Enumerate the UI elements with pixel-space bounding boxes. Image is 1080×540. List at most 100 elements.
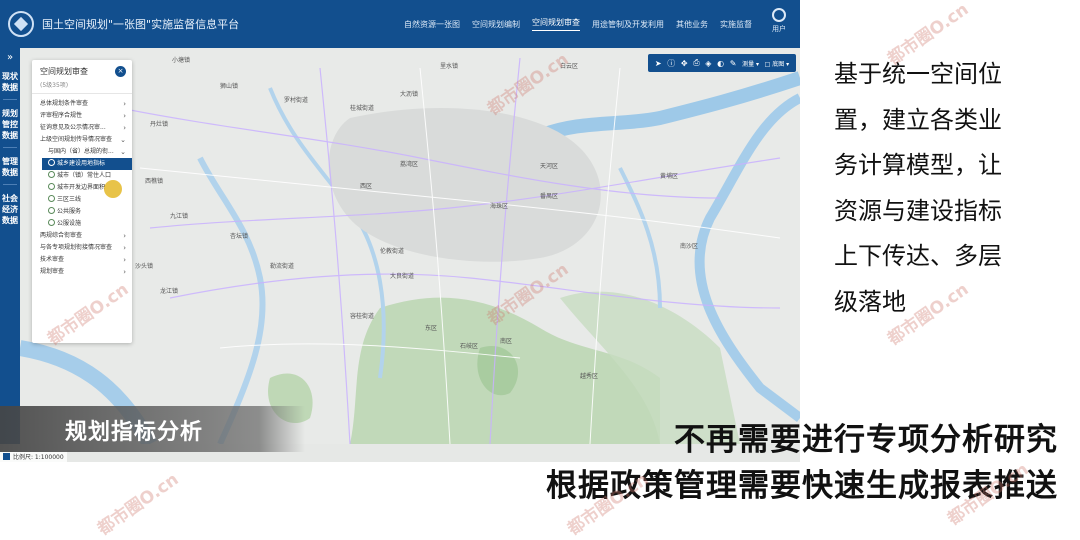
panel-subtitle: (5级35项) (40, 82, 69, 89)
app-title: 国土空间规划"一张图"实施监督信息平台 (42, 18, 240, 31)
map-label: 南区 (500, 337, 512, 345)
map-label: 大沥镇 (400, 90, 418, 98)
ruler-icon[interactable]: ◐ (717, 59, 724, 68)
pointer-icon[interactable]: ➤ (655, 59, 662, 68)
description-line: 基于统一空间位 (834, 60, 1002, 88)
rail-item-current-data[interactable]: 现状数据 (0, 71, 20, 93)
nav-item-other-business[interactable]: 其他业务 (676, 19, 708, 30)
menu-item[interactable]: 技术审查 › (32, 254, 132, 266)
menu-item[interactable]: 两规综合衔审查 › (32, 230, 132, 242)
menu-leaf[interactable]: 公共服务 (32, 206, 132, 218)
description: 基于统一空间位 置，建立各类业 务计算模型，让 资源与建设指标 上下传达、多层 … (834, 52, 1044, 325)
info-icon[interactable]: ⓘ (667, 58, 675, 69)
map-label: 沙头镇 (135, 262, 153, 270)
menu-item[interactable]: 征询意见及公示情况审... › (32, 122, 132, 134)
print-icon[interactable]: ⎙ (693, 58, 699, 68)
map-toolbar: ➤ ⓘ ✥ ⎙ ◈ ◐ ✎ 测量 ▾ □ 底图 ▾ (648, 54, 796, 72)
watermark: 都市圈O.cn (94, 469, 183, 540)
chevron-right-icon: › (123, 244, 126, 252)
map-label: 勒流街道 (270, 262, 294, 270)
scale-label: 比例尺: 1:100000 (13, 453, 64, 461)
pan-icon[interactable]: ✥ (681, 59, 688, 68)
map-canvas[interactable]: 小塘镇 丹灶镇 狮山镇 罗村街道 桂城街道 大沥镇 里水镇 西樵镇 九江镇 沙头… (20, 48, 800, 444)
map-label: 黄埔区 (660, 172, 678, 180)
map-label: 狮山镇 (220, 82, 238, 90)
chevron-right-icon: › (123, 232, 126, 240)
nav-item-resource-map[interactable]: 自然资源一张图 (404, 19, 460, 30)
chevron-right-icon: › (123, 100, 126, 108)
map-label: 九江镇 (170, 212, 188, 220)
map-label: 西区 (360, 183, 372, 190)
panel-title: 空间规划审查 (40, 67, 88, 76)
caption-text: 规划指标分析 (65, 420, 204, 445)
check-circle-icon (48, 171, 55, 178)
close-icon[interactable]: × (115, 66, 126, 77)
map-label: 荔湾区 (400, 160, 418, 168)
nav-item-plan-compilation[interactable]: 空间规划编制 (472, 19, 520, 30)
map-label: 天河区 (540, 162, 558, 170)
description-line: 务计算模型，让 (834, 151, 1002, 179)
rail-divider (3, 99, 17, 100)
user-icon (772, 8, 786, 22)
description-line: 置，建立各类业 (834, 105, 1002, 134)
rail-divider (3, 184, 17, 185)
check-circle-icon (48, 195, 55, 202)
rail-item-management-data[interactable]: 管理数据 (0, 156, 20, 178)
basemap-dropdown[interactable]: □ 底图 ▾ (765, 59, 790, 68)
map-label: 罗村街道 (284, 96, 308, 104)
check-circle-icon (48, 159, 55, 166)
map-label: 桂城街道 (350, 104, 374, 112)
map-label: 伦教街道 (380, 247, 404, 255)
app-header: 国土空间规划"一张图"实施监督信息平台 自然资源一张图 空间规划编制 空间规划审… (0, 0, 800, 48)
chevron-down-icon: ⌄ (120, 148, 126, 156)
user-label: 用户 (772, 25, 786, 33)
map-label: 容桂街道 (350, 312, 374, 320)
check-circle-icon (48, 183, 55, 190)
chevron-right-icon: › (123, 124, 126, 132)
menu-item[interactable]: 与各专项规划衔接情况审查 › (32, 242, 132, 254)
map-label: 里水镇 (440, 62, 458, 70)
nav-item-plan-review[interactable]: 空间规划审查 (532, 17, 580, 31)
map-label: 海珠区 (490, 202, 508, 210)
logo-icon (8, 11, 34, 37)
rail-item-planning-data[interactable]: 规划管控数据 (0, 108, 20, 141)
map-label: 丹灶镇 (150, 120, 168, 128)
menu-item[interactable]: 上级空间规划传导情况审查 ⌄ (32, 134, 132, 146)
chevron-right-icon: › (123, 112, 126, 120)
menu-item[interactable]: 评审程序合规性 › (32, 110, 132, 122)
headline-line-1: 不再需要进行专项分析研究 (674, 422, 1058, 458)
scale-icon (3, 452, 10, 460)
description-line: 资源与建设指标 (834, 196, 1002, 225)
cursor-highlight (104, 180, 122, 198)
menu-subitem[interactable]: 与国内（省）总规的衔... ⌄ (32, 146, 132, 158)
panel-header: 空间规划审查 (5级35项) × (32, 60, 132, 94)
map-label: 越秀区 (580, 372, 598, 380)
draw-icon[interactable]: ✎ (730, 59, 737, 68)
map-label: 大良街道 (390, 272, 414, 280)
nav-item-use-control[interactable]: 用途管制及开发利用 (592, 19, 664, 30)
measure-dropdown[interactable]: 测量 ▾ (742, 59, 759, 68)
rail-item-socioeconomic-data[interactable]: 社会经济数据 (0, 193, 20, 226)
chevron-right-icon: › (123, 256, 126, 264)
map-label: 番禺区 (540, 193, 558, 200)
expand-icon[interactable]: » (0, 52, 20, 63)
nav-item-implementation-supervision[interactable]: 实施监督 (720, 19, 752, 30)
map-label: 杏坛镇 (230, 232, 248, 240)
check-circle-icon (48, 207, 55, 214)
menu-item[interactable]: 总体规划条件审查 › (32, 98, 132, 110)
top-nav: 自然资源一张图 空间规划编制 空间规划审查 用途管制及开发利用 其他业务 实施监… (404, 0, 752, 48)
user-menu[interactable]: 用户 (764, 6, 794, 34)
map-label: 石岐区 (460, 342, 478, 350)
map-label: 小塘镇 (172, 56, 190, 64)
map-label: 东区 (425, 324, 437, 332)
menu-leaf-selected[interactable]: 城乡建设用地指标 (42, 158, 132, 170)
chevron-right-icon: › (123, 268, 126, 276)
left-rail: » 现状数据 规划管控数据 管理数据 社会经济数据 (0, 48, 20, 444)
screenshot: 小塘镇 丹灶镇 狮山镇 罗村街道 桂城街道 大沥镇 里水镇 西樵镇 九江镇 沙头… (0, 0, 800, 462)
menu-leaf[interactable]: 公服设施 (32, 218, 132, 230)
description-line: 上下传达、多层 (834, 242, 1002, 270)
layers-icon[interactable]: ◈ (705, 59, 711, 68)
map-label: 龙江镇 (160, 287, 178, 295)
check-circle-icon (48, 219, 55, 226)
rail-divider (3, 147, 17, 148)
